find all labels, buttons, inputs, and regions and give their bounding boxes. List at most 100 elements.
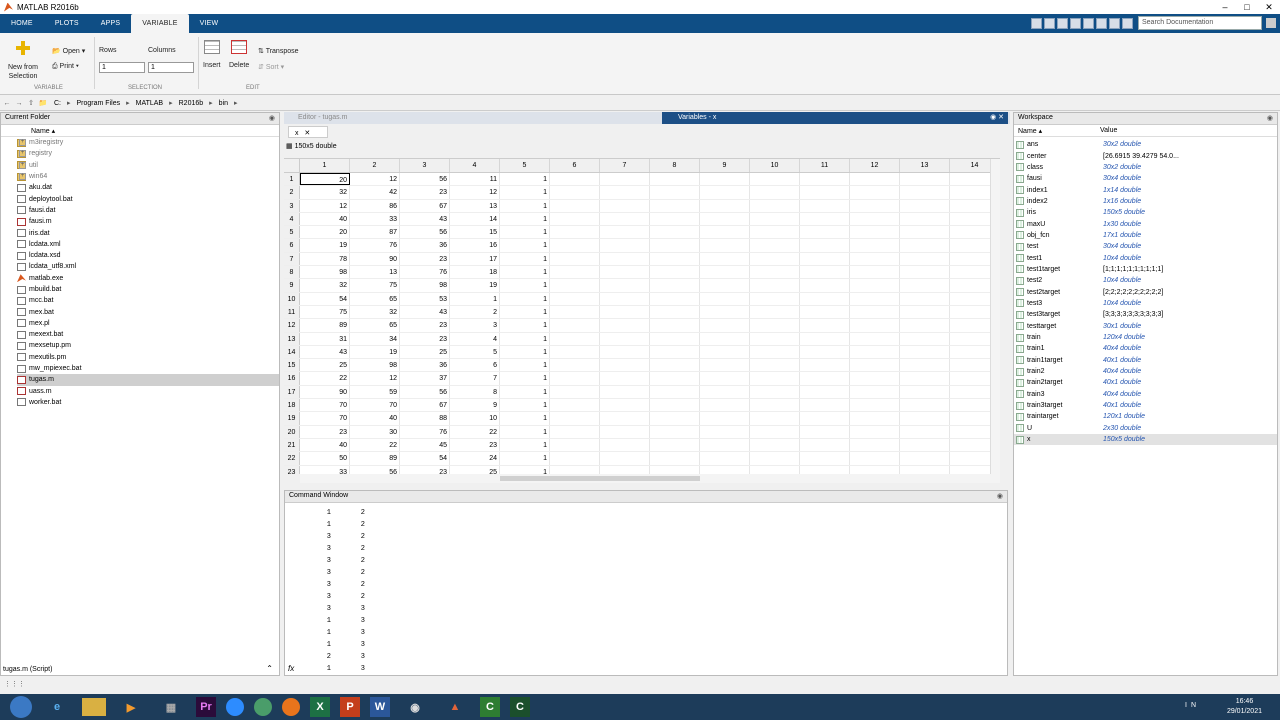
- grid-cell[interactable]: 67: [400, 199, 450, 212]
- grid-cell[interactable]: 1: [500, 332, 550, 345]
- grid-cell[interactable]: [900, 319, 950, 332]
- grid-cell[interactable]: 12: [350, 372, 400, 385]
- grid-cell[interactable]: 19: [300, 239, 350, 252]
- forward-icon[interactable]: →: [14, 100, 24, 107]
- grid-cell[interactable]: [600, 359, 650, 372]
- grid-cell[interactable]: [650, 292, 700, 305]
- grid-cell[interactable]: 59: [350, 385, 400, 399]
- grid-cell[interactable]: [550, 465, 600, 474]
- grid-cell[interactable]: 1: [500, 399, 550, 412]
- grid-cell[interactable]: 9: [450, 399, 500, 412]
- search-documentation-input[interactable]: Search Documentation: [1138, 16, 1262, 30]
- grid-cell[interactable]: 65: [350, 292, 400, 305]
- variable-tab-x[interactable]: x ✕: [288, 126, 328, 138]
- grid-cell[interactable]: 90: [300, 385, 350, 399]
- grid-cell[interactable]: [850, 292, 900, 305]
- grid-cell[interactable]: 5: [450, 345, 500, 359]
- grid-cell[interactable]: 1: [500, 252, 550, 266]
- grid-cell[interactable]: [600, 173, 650, 186]
- grid-cell[interactable]: [850, 332, 900, 345]
- grid-cell[interactable]: [800, 252, 850, 266]
- grid-cell[interactable]: [800, 345, 850, 359]
- grid-cell[interactable]: 24: [450, 452, 500, 465]
- grid-cell[interactable]: 40: [300, 212, 350, 226]
- column-header[interactable]: 3: [400, 159, 450, 172]
- grid-cell[interactable]: [800, 279, 850, 292]
- value-column-header[interactable]: Value: [1100, 127, 1117, 136]
- folder-item[interactable]: fausi.dat: [17, 205, 279, 216]
- grid-cell[interactable]: [800, 266, 850, 279]
- grid-cell[interactable]: [700, 452, 750, 465]
- grid-cell[interactable]: 1: [500, 173, 550, 186]
- row-header[interactable]: 13: [284, 332, 300, 345]
- grid-cell[interactable]: [850, 173, 900, 186]
- grid-cell[interactable]: [700, 319, 750, 332]
- grid-cell[interactable]: [550, 332, 600, 345]
- grid-cell[interactable]: [700, 359, 750, 372]
- grid-cell[interactable]: [700, 212, 750, 226]
- media-player-icon[interactable]: ▶: [116, 695, 146, 719]
- app-icon[interactable]: ◉: [400, 695, 430, 719]
- grid-cell[interactable]: [900, 226, 950, 239]
- grid-cell[interactable]: 1: [500, 438, 550, 452]
- folder-item[interactable]: aku.dat: [17, 182, 279, 193]
- row-header[interactable]: 18: [284, 399, 300, 412]
- grid-cell[interactable]: [900, 399, 950, 412]
- grid-cell[interactable]: [850, 252, 900, 266]
- browse-folder-icon[interactable]: 📁: [38, 99, 48, 107]
- workspace-variable[interactable]: U 2x30 double: [1014, 423, 1277, 434]
- grid-cell[interactable]: [750, 438, 800, 452]
- grid-cell[interactable]: [600, 345, 650, 359]
- folder-item[interactable]: deploytool.bat: [17, 193, 279, 204]
- grid-cell[interactable]: [800, 372, 850, 385]
- folder-item[interactable]: lcdata.xml: [17, 239, 279, 250]
- grid-cell[interactable]: 98: [400, 279, 450, 292]
- grid-cell[interactable]: 32: [300, 279, 350, 292]
- grid-cell[interactable]: 23: [400, 465, 450, 474]
- grid-cell[interactable]: [800, 332, 850, 345]
- grid-cell[interactable]: 36: [400, 359, 450, 372]
- grid-cell[interactable]: 1: [500, 385, 550, 399]
- grid-cell[interactable]: 76: [350, 239, 400, 252]
- grid-cell[interactable]: [650, 438, 700, 452]
- grid-cell[interactable]: 20: [300, 226, 350, 239]
- grid-cell[interactable]: [600, 385, 650, 399]
- open-button[interactable]: 📂 Open ▾: [52, 47, 85, 55]
- grid-cell[interactable]: 70: [350, 399, 400, 412]
- grid-cell[interactable]: [550, 292, 600, 305]
- grid-cell[interactable]: 10: [450, 412, 500, 425]
- grid-cell[interactable]: [750, 173, 800, 186]
- grid-cell[interactable]: [850, 305, 900, 319]
- grid-cell[interactable]: 25: [300, 359, 350, 372]
- grid-cell[interactable]: 88: [400, 412, 450, 425]
- workspace-variable[interactable]: index1 1x14 double: [1014, 184, 1277, 195]
- grid-cell[interactable]: [650, 266, 700, 279]
- grid-cell[interactable]: [800, 305, 850, 319]
- row-header[interactable]: 22: [284, 452, 300, 465]
- grid-cell[interactable]: [850, 266, 900, 279]
- column-header[interactable]: 6: [550, 159, 600, 172]
- up-folder-icon[interactable]: ⇧: [26, 99, 36, 107]
- grid-cell[interactable]: [700, 465, 750, 474]
- grid-cell[interactable]: [800, 212, 850, 226]
- grid-cell[interactable]: [750, 332, 800, 345]
- grid-cell[interactable]: [850, 226, 900, 239]
- workspace-variable[interactable]: testtarget 30x1 double: [1014, 321, 1277, 332]
- grid-cell[interactable]: 33: [350, 212, 400, 226]
- grid-cell[interactable]: [750, 199, 800, 212]
- insert-icon[interactable]: [204, 40, 220, 54]
- grid-cell[interactable]: [650, 239, 700, 252]
- save-icon[interactable]: [1031, 17, 1042, 29]
- variable-grid[interactable]: 1 2 3 4 5 6 7 8 9 10 11 12 13 14 1 20 12 56 11 1 2 32 42 23 12 1…: [284, 158, 1000, 474]
- folder-item[interactable]: mexutils.pm: [17, 352, 279, 363]
- workspace-variable[interactable]: maxU 1x30 double: [1014, 218, 1277, 229]
- grid-cell[interactable]: [750, 345, 800, 359]
- grid-cell[interactable]: [750, 359, 800, 372]
- grid-cell[interactable]: 75: [350, 279, 400, 292]
- grid-cell[interactable]: [900, 359, 950, 372]
- grid-cell[interactable]: [850, 425, 900, 438]
- workspace-variable[interactable]: test2target [2;2;2;2;2;2;2;2;2;2]: [1014, 286, 1277, 297]
- grid-cell[interactable]: [600, 412, 650, 425]
- grid-cell[interactable]: 23: [400, 252, 450, 266]
- grid-cell[interactable]: 22: [300, 372, 350, 385]
